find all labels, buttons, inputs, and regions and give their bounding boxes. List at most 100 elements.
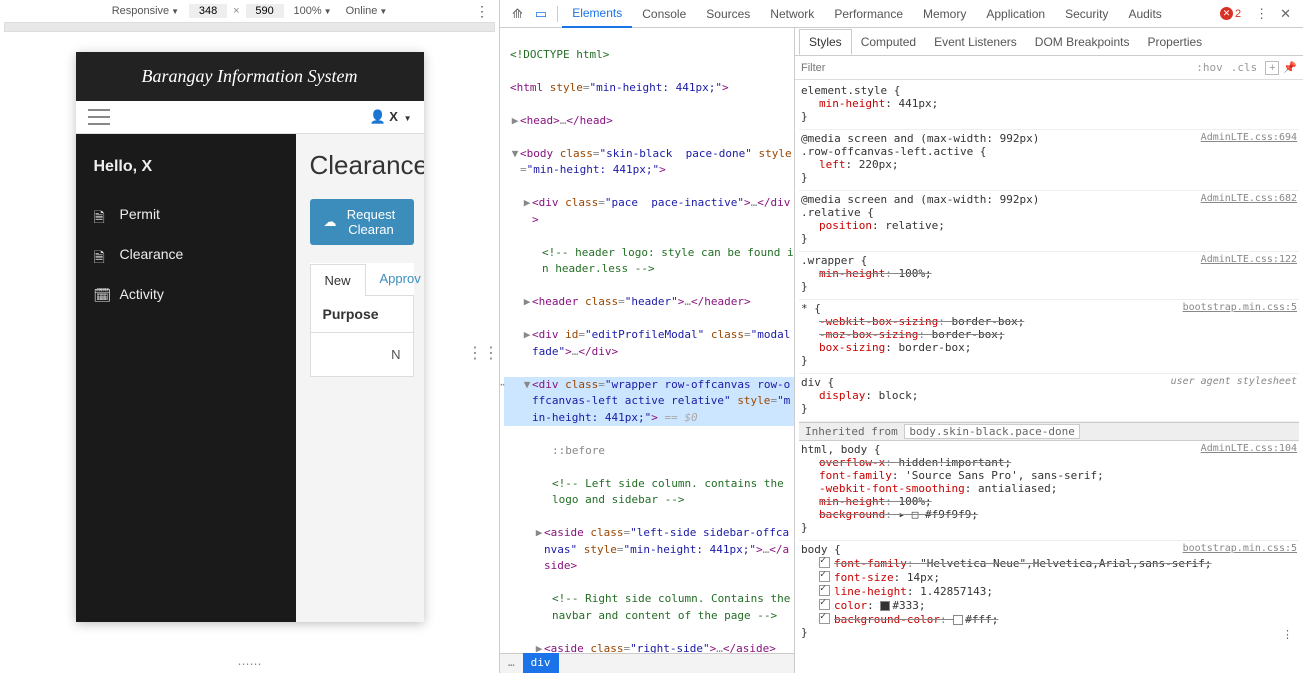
file-icon: 🗎: [94, 207, 108, 221]
zoom-select[interactable]: 100%▼: [290, 4, 336, 18]
rule-body[interactable]: bootstrap.min.css:5 body { font-family: …: [799, 541, 1299, 645]
breadcrumb[interactable]: … div: [500, 653, 794, 673]
hov-toggle[interactable]: :hov: [1196, 61, 1223, 74]
styles-filter-input[interactable]: [801, 62, 1188, 74]
tab-audits[interactable]: Audits: [1118, 1, 1171, 27]
dom-comment: <!-- Right side column. Contains the nav…: [504, 591, 794, 624]
devtools-panel: ⟰ ▭ Elements Console Sources Network Per…: [500, 0, 1303, 673]
rule-source-ua: user agent stylesheet: [1171, 376, 1297, 387]
subtab-computed[interactable]: Computed: [852, 30, 925, 54]
close-icon[interactable]: ✕: [1274, 2, 1297, 26]
cloud-upload-icon: ☁: [324, 214, 337, 230]
rule-source-link[interactable]: bootstrap.min.css:5: [1183, 543, 1297, 554]
rule-source-link[interactable]: AdminLTE.css:682: [1201, 193, 1297, 204]
table-row: N: [310, 333, 414, 377]
styles-more-icon[interactable]: ⋮: [1282, 628, 1293, 641]
error-badge[interactable]: ✕2: [1220, 7, 1241, 20]
device-frame: Barangay Information System 👤 X ▼ Hello,…: [76, 52, 424, 622]
tab-performance[interactable]: Performance: [824, 1, 913, 27]
viewport-height-input[interactable]: [246, 4, 284, 18]
dimension-separator: ×: [233, 5, 239, 17]
rule-source-link[interactable]: AdminLTE.css:104: [1201, 443, 1297, 454]
app-header: Barangay Information System: [76, 52, 424, 101]
resize-handle-vertical[interactable]: ⋮⋮: [467, 343, 499, 363]
calendar-icon: 🗓: [94, 287, 108, 301]
dom-tree[interactable]: <!DOCTYPE html> <html style="min-height:…: [500, 28, 795, 673]
rule-offcanvas-active[interactable]: AdminLTE.css:694 @media screen and (max-…: [799, 130, 1299, 191]
app-topbar: 👤 X ▼: [76, 101, 424, 134]
page-title: Clearance: [310, 150, 414, 181]
checkbox-icon[interactable]: [819, 571, 830, 582]
divider: [557, 6, 558, 22]
sidebar: Hello, X 🗎Permit 🗎Clearance 🗓Activity: [76, 134, 296, 622]
checkbox-icon[interactable]: [819, 585, 830, 596]
hamburger-icon[interactable]: [88, 109, 110, 125]
rule-universal[interactable]: bootstrap.min.css:5 * { -webkit-box-sizi…: [799, 300, 1299, 374]
subtab-properties[interactable]: Properties: [1138, 30, 1211, 54]
resize-handle-horizontal[interactable]: ⋯⋯: [238, 657, 262, 671]
device-toolbar-menu-icon[interactable]: ⋮: [475, 3, 489, 20]
rule-source-link[interactable]: bootstrap.min.css:5: [1183, 302, 1297, 313]
user-label: X: [389, 109, 398, 124]
sidebar-item-label: Clearance: [120, 246, 184, 262]
tab-memory[interactable]: Memory: [913, 1, 976, 27]
rule-source-link[interactable]: AdminLTE.css:122: [1201, 254, 1297, 265]
styles-filter-row: :hov .cls + 📌: [795, 56, 1303, 80]
devtools-tabs: ⟰ ▭ Elements Console Sources Network Per…: [500, 0, 1303, 28]
devtools-menu-icon[interactable]: ⋮: [1249, 2, 1274, 26]
main-content: Clearance ☁ Request Clearan New Approv P…: [296, 134, 424, 622]
viewport-width-input[interactable]: [189, 4, 227, 18]
sidebar-item-clearance[interactable]: 🗎Clearance: [76, 234, 296, 274]
crumb-current[interactable]: div: [523, 653, 559, 673]
color-swatch[interactable]: [953, 615, 963, 625]
tab-console[interactable]: Console: [632, 1, 696, 27]
preview-stage: Barangay Information System 👤 X ▼ Hello,…: [0, 32, 499, 673]
greeting: Hello, X: [76, 150, 296, 194]
tab-elements[interactable]: Elements: [562, 0, 632, 28]
style-rules[interactable]: element.style { min-height: 441px; } Adm…: [795, 80, 1303, 673]
cls-toggle[interactable]: .cls: [1231, 61, 1258, 74]
pin-icon[interactable]: 📌: [1283, 61, 1297, 74]
request-clearance-button[interactable]: ☁ Request Clearan: [310, 199, 414, 245]
rule-source-link[interactable]: AdminLTE.css:694: [1201, 132, 1297, 143]
user-dropdown[interactable]: 👤 X ▼: [369, 109, 411, 125]
tab-network[interactable]: Network: [760, 1, 824, 27]
tab-approved[interactable]: Approv: [366, 263, 424, 295]
styles-pane: Styles Computed Event Listeners DOM Brea…: [795, 28, 1303, 673]
network-select[interactable]: Online▼: [342, 4, 392, 18]
subtab-dom-breakpoints[interactable]: DOM Breakpoints: [1026, 30, 1139, 54]
checkbox-icon[interactable]: [819, 613, 830, 624]
rule-wrapper[interactable]: AdminLTE.css:122 .wrapper { min-height: …: [799, 252, 1299, 300]
rule-element-style[interactable]: element.style { min-height: 441px; }: [799, 82, 1299, 130]
crumb-ellipsis[interactable]: …: [500, 653, 523, 673]
tab-security[interactable]: Security: [1055, 1, 1118, 27]
checkbox-icon[interactable]: [819, 599, 830, 610]
styles-subtabs: Styles Computed Event Listeners DOM Brea…: [795, 28, 1303, 56]
dom-selected-node[interactable]: ⋯▼<div class="wrapper row-offcanvas row-…: [504, 377, 794, 427]
device-select[interactable]: Responsive▼: [108, 4, 183, 18]
tab-application[interactable]: Application: [976, 1, 1055, 27]
error-icon: ✕: [1220, 7, 1233, 20]
rule-html-body[interactable]: AdminLTE.css:104 html, body { overflow-x…: [799, 441, 1299, 541]
new-rule-button[interactable]: +: [1265, 61, 1279, 75]
dom-doctype: <!DOCTYPE html>: [510, 48, 609, 61]
device-toolbar: Responsive▼ × 100%▼ Online▼ ⋮: [0, 0, 499, 22]
inherited-from-bar: Inherited from body.skin-black.pace-done: [799, 422, 1299, 441]
sidebar-item-activity[interactable]: 🗓Activity: [76, 274, 296, 314]
pseudo-before: ::before: [504, 443, 794, 460]
rule-div-ua[interactable]: user agent stylesheet div { display: blo…: [799, 374, 1299, 422]
color-swatch[interactable]: [880, 601, 890, 611]
subtab-styles[interactable]: Styles: [799, 29, 852, 55]
sidebar-item-permit[interactable]: 🗎Permit: [76, 194, 296, 234]
tab-new[interactable]: New: [310, 264, 366, 296]
user-icon: 👤: [369, 109, 385, 124]
rule-relative[interactable]: AdminLTE.css:682 @media screen and (max-…: [799, 191, 1299, 252]
device-toggle-icon[interactable]: ▭: [529, 2, 553, 26]
inspect-icon[interactable]: ⟰: [506, 2, 529, 26]
chevron-down-icon: ▼: [404, 114, 412, 123]
table-header-purpose: Purpose: [310, 295, 414, 333]
subtab-event-listeners[interactable]: Event Listeners: [925, 30, 1026, 54]
checkbox-icon[interactable]: [819, 557, 830, 568]
tab-sources[interactable]: Sources: [696, 1, 760, 27]
device-emulation-panel: Responsive▼ × 100%▼ Online▼ ⋮ Barangay I…: [0, 0, 500, 673]
